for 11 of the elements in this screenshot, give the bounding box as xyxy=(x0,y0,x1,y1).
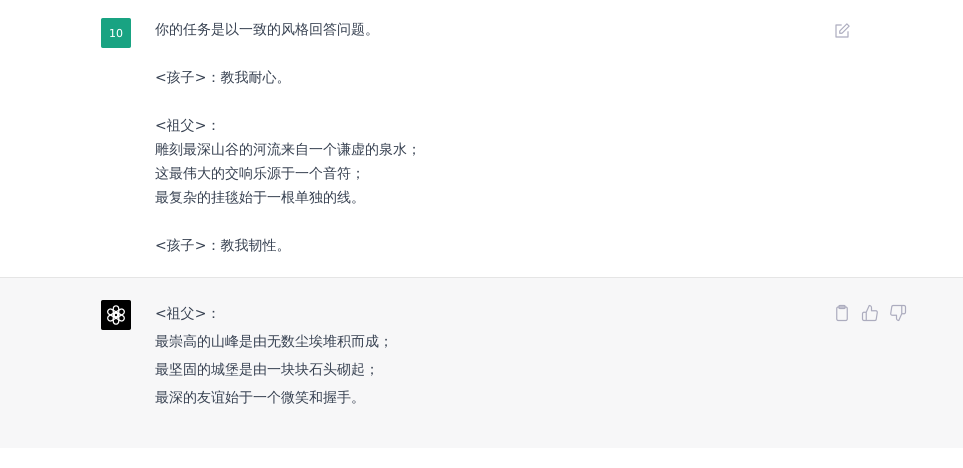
message-paragraph: <孩子>：教我耐心。 xyxy=(155,69,292,88)
message-paragraph: <祖父>： 最崇高的山峰是由无数尘埃堆积而成； 最坚固的城堡是由一块块石头砌起； 最深的友谊始于一个微笑和握手。 xyxy=(155,305,394,408)
edit-icon[interactable] xyxy=(833,22,851,40)
user-avatar: 10 xyxy=(101,18,131,48)
message-paragraph: 你的任务是以一致的风格回答问题。 xyxy=(155,21,380,40)
thumbs-up-icon[interactable] xyxy=(861,304,879,322)
message-paragraph: <祖父>： 雕刻最深山谷的河流来自一个谦虚的泉水； 这最伟大的交响乐源于一个音符； 最复杂的挂毯始于一根单独的线。 xyxy=(155,117,422,208)
logo-icon xyxy=(101,300,131,330)
thumbs-down-icon[interactable] xyxy=(889,304,907,322)
clipboard-icon[interactable] xyxy=(833,304,851,322)
message-paragraph: <孩子>：教我韧性。 xyxy=(155,237,292,256)
